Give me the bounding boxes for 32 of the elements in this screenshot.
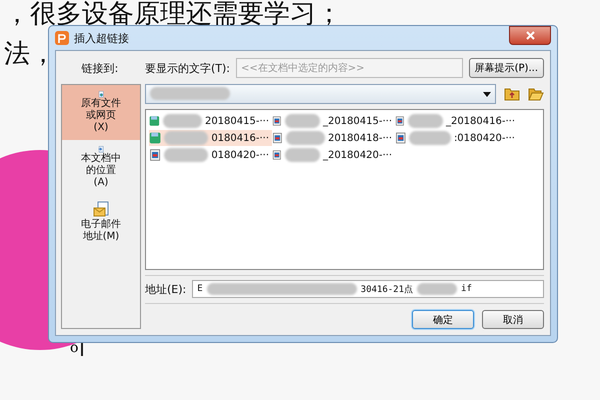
file-item[interactable]: _20180415-··· <box>272 113 395 129</box>
app-logo-icon <box>55 31 69 45</box>
document-text: ，很多设备原理还需要学习； <box>4 0 342 31</box>
display-text-label: 要显示的文字(T): <box>145 60 230 76</box>
link-type-item[interactable]: 原有文件或网页(X) <box>62 85 140 140</box>
document-text: 法， <box>4 38 56 71</box>
link-to-label: 链接到: <box>80 60 120 76</box>
file-item[interactable]: 0180420-··· <box>149 147 272 163</box>
folder-up-icon[interactable] <box>504 87 520 101</box>
cancel-button[interactable]: 取消 <box>482 310 544 329</box>
address-label: 地址(E): <box>145 282 186 296</box>
image-file-icon <box>149 147 162 163</box>
close-icon <box>526 30 534 40</box>
open-folder-icon[interactable] <box>528 87 544 101</box>
screen-tip-button[interactable]: 屏幕提示(P)... <box>468 58 544 78</box>
file-item[interactable]: :0180420-··· <box>395 130 518 146</box>
file-item[interactable]: 20180415-··· <box>149 113 272 129</box>
file-item[interactable]: 20180418-··· <box>272 130 395 146</box>
window-title: 插入超链接 <box>74 30 130 46</box>
file-item[interactable]: _20180416-··· <box>395 113 518 129</box>
image-file-icon <box>395 130 406 146</box>
address-field[interactable]: E 30416-21点 if <box>192 280 544 298</box>
ok-button[interactable]: 确定 <box>412 310 474 329</box>
envelope-icon <box>93 201 109 219</box>
image-file-icon <box>272 130 283 146</box>
file-item[interactable]: _20180420-··· <box>272 147 395 163</box>
file-item[interactable]: 0180416-··· <box>149 130 272 146</box>
gif-file-icon <box>149 130 162 146</box>
close-button[interactable] <box>509 26 551 44</box>
link-type-item[interactable]: 电子邮件地址(M) <box>62 195 140 250</box>
dropdown-arrow-icon <box>483 92 491 96</box>
link-type-item[interactable]: 本文档中的位置(A) <box>62 140 140 195</box>
